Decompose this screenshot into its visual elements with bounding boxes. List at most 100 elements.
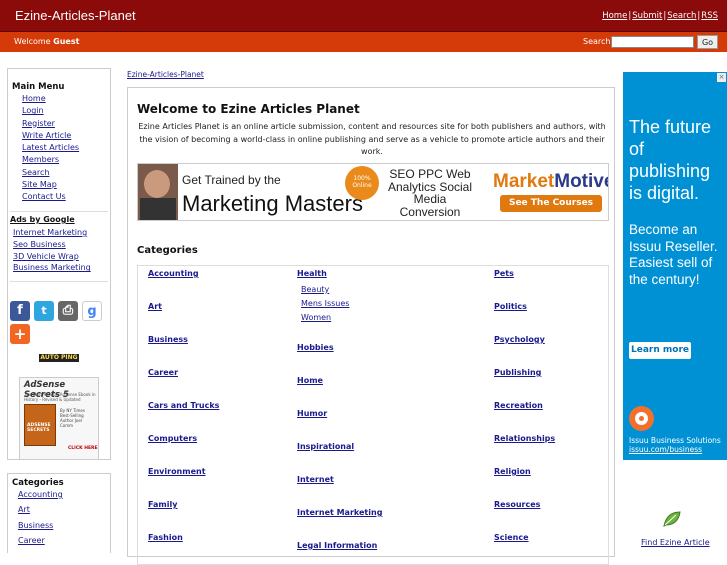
ad-choices-close-icon[interactable]: × [717,73,726,82]
main-menu-title: Main Menu [12,82,65,92]
menu-item-login[interactable]: Login [22,106,44,115]
ad-link-3d-vehicle-wrap[interactable]: 3D Vehicle Wrap [13,252,79,261]
ad-link-internet-marketing[interactable]: Internet Marketing [13,228,87,237]
category-publishing[interactable]: Publishing [494,368,541,377]
ad-company: Issuu Business Solutions issuu.com/busine… [629,436,721,454]
category-relationships[interactable]: Relationships [494,434,555,443]
nav-rss-link[interactable]: RSS [701,11,718,21]
presenter-photo [138,164,178,220]
category-politics[interactable]: Politics [494,302,527,311]
category-accounting[interactable]: Accounting [148,269,199,278]
top-header-bar: Ezine-Articles-Planet Home|Submit|Search… [0,0,727,32]
online-badge: 100% Online [345,166,379,200]
category-cars-and-trucks[interactable]: Cars and Trucks [148,401,219,410]
category-resources[interactable]: Resources [494,500,540,509]
menu-item-members[interactable]: Members [22,155,59,164]
divider [10,211,108,212]
leaf-icon [663,511,681,527]
adsense-ad-byline: By NY Times Best-Selling Author Joel Com… [60,408,85,428]
left-sidebar: Main Menu Home Login Register Write Arti… [7,68,111,460]
sidebar-cat-accounting[interactable]: Accounting [18,490,63,499]
menu-item-home[interactable]: Home [22,94,46,103]
divider [10,281,108,282]
category-fashion[interactable]: Fashion [148,533,183,542]
category-inspirational[interactable]: Inspirational [297,442,354,451]
nav-search-link[interactable]: Search [667,11,696,21]
facebook-icon[interactable]: f [10,301,30,321]
category-religion[interactable]: Religion [494,467,531,476]
category-career[interactable]: Career [148,368,178,377]
sidebar-categories-title: Categories [12,478,64,488]
issuu-logo-icon [629,406,654,431]
nav-submit-link[interactable]: Submit [632,11,662,21]
page-title: Welcome to Ezine Articles Planet [137,102,360,116]
google-icon[interactable]: g [82,301,102,321]
ads-list: Internet Marketing Seo Business 3D Vehic… [13,228,91,275]
category-internet[interactable]: Internet [297,475,334,484]
category-recreation[interactable]: Recreation [494,401,543,410]
book-cover-image: ADSENSE SECRETS [24,404,56,446]
category-science[interactable]: Science [494,533,529,542]
menu-item-search[interactable]: Search [22,168,49,177]
category-art[interactable]: Art [148,302,162,311]
category-family[interactable]: Family [148,500,177,509]
adsense-ad-subtitle: The Most Popular AdSense Ebook in Histor… [24,392,96,402]
site-title[interactable]: Ezine-Articles-Planet [15,8,136,23]
share-add-icon[interactable]: + [10,324,30,344]
autoping-badge[interactable]: AUTO PING [39,354,79,362]
sidebar-cat-business[interactable]: Business [18,521,53,530]
category-home[interactable]: Home [297,376,323,385]
category-legal-information[interactable]: Legal Information [297,541,377,550]
go-button[interactable]: Go [697,35,718,49]
welcome-bar: Welcome Guest Search: Go [0,32,727,52]
menu-item-site-map[interactable]: Site Map [22,180,57,189]
category-environment[interactable]: Environment [148,467,206,476]
issuu-ad[interactable]: × The future of publishing is digital. B… [623,72,727,460]
menu-item-register[interactable]: Register [22,119,55,128]
learn-more-button[interactable]: Learn more [629,342,691,359]
sidebar-cat-art[interactable]: Art [18,505,30,514]
category-hobbies[interactable]: Hobbies [297,343,334,352]
category-internet-marketing[interactable]: Internet Marketing [297,508,382,517]
username: Guest [53,37,80,46]
menu-item-write-article[interactable]: Write Article [22,131,71,140]
category-health[interactable]: Health [297,269,327,278]
category-psychology[interactable]: Psychology [494,335,545,344]
sidebar-cat-career[interactable]: Career [18,536,45,545]
marketing-banner-ad[interactable]: Get Trained by the Marketing Masters 100… [137,163,609,221]
subcategory-beauty[interactable]: Beauty [301,285,329,294]
click-here-link[interactable]: CLICK HERE [68,446,98,451]
adsense-secrets-ad[interactable]: AdSense Secrets 5 The Most Popular AdSen… [19,377,99,460]
twitter-icon[interactable]: t [34,301,54,321]
top-nav-links: Home|Submit|Search|RSS [602,11,718,21]
ad-body: Become an Issuu Reseller. Easiest sell o… [629,222,718,287]
ad-link-business-marketing[interactable]: Business Marketing [13,263,91,272]
categories-grid: Accounting Art Business Career Cars and … [137,265,609,565]
search-input[interactable] [611,36,694,48]
nav-home-link[interactable]: Home [602,11,627,21]
search-label: Search: [583,37,614,46]
category-computers[interactable]: Computers [148,434,197,443]
category-humor[interactable]: Humor [297,409,327,418]
banner-line1: Get Trained by the [182,173,281,187]
see-courses-button[interactable]: See The Courses [500,195,602,212]
main-menu-list: Home Login Register Write Article Latest… [22,94,79,205]
category-pets[interactable]: Pets [494,269,514,278]
ad-headline: The future of publishing is digital. [629,117,712,203]
banner-line2: Marketing Masters [182,191,363,216]
menu-item-latest-articles[interactable]: Latest Articles [22,143,79,152]
banner-topics: SEO PPC Web Analytics Social Media Conve… [387,167,473,219]
category-business[interactable]: Business [148,335,188,344]
breadcrumb[interactable]: Ezine-Articles-Planet [127,70,204,79]
left-sidebar-categories: Categories Accounting Art Business Caree… [7,473,111,553]
subcategory-women[interactable]: Women [301,313,331,322]
main-content: Welcome to Ezine Articles Planet Ezine A… [127,87,615,565]
ads-by-google-link[interactable]: Ads by Google [10,215,75,224]
marketmotive-logo: MarketMotive [493,171,609,192]
menu-item-contact-us[interactable]: Contact Us [22,192,66,201]
ad-link-seo-business[interactable]: Seo Business [13,240,66,249]
welcome-text: Welcome Guest [14,37,80,46]
print-icon[interactable]: ⎙ [58,301,78,321]
subcategory-mens-issues[interactable]: Mens Issues [301,299,349,308]
find-ezine-article-link[interactable]: Find Ezine Article [641,538,710,547]
